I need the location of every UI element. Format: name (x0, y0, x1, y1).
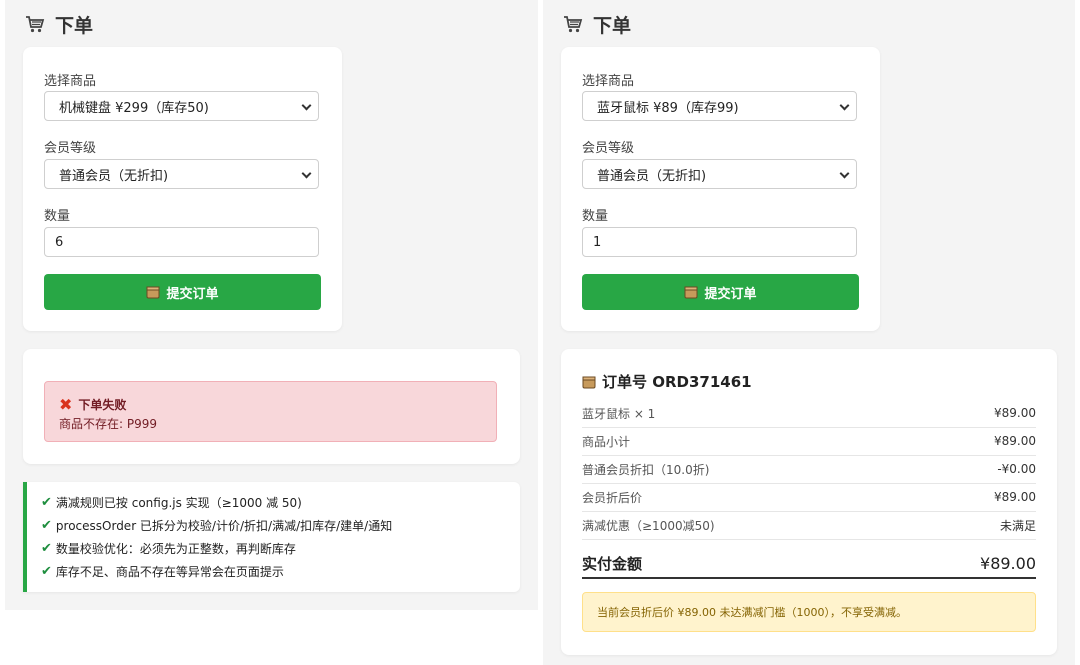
submit-order-label: 提交订单 (166, 286, 219, 302)
summary-row-value: 未满足 (999, 518, 1036, 533)
quantity-label: 数量 (582, 209, 609, 224)
total-label: 实付金额 (582, 554, 643, 573)
member-select[interactable]: 普通会员（无折扣) (44, 159, 319, 189)
quantity-input-value: 1 (593, 234, 602, 250)
quantity-input-value: 6 (55, 234, 64, 250)
summary-row-label: 普通会员折扣（10.0折) (582, 462, 710, 477)
quantity-label: 数量 (44, 209, 71, 224)
summary-row: 商品小计 ¥89.00 (582, 427, 1036, 456)
left-order-panel: 下单 选择商品 机械键盘 ¥299（库存50) 会员等级 普通会员（无折扣) 数… (5, 0, 538, 610)
package-icon (582, 376, 596, 388)
summary-row: 蓝牙鼠标 × 1 ¥89.00 (582, 399, 1036, 428)
list-item: ✔ 满减规则已按 config.js 实现（≥1000 减 50) (41, 494, 302, 511)
error-title-text: 下单失败 (78, 398, 127, 412)
list-item: ✔ 数量校验优化：必须先为正整数，再判断库存 (41, 540, 296, 557)
page-title: 下单 (25, 10, 93, 38)
cart-icon (26, 16, 45, 33)
check-icon: ✔ (41, 564, 52, 579)
total-row: 实付金额 ¥89.00 (582, 549, 1036, 579)
order-title-text: 订单号 ORD371461 (602, 373, 752, 391)
member-select[interactable]: 普通会员（无折扣) (582, 159, 857, 189)
product-select-value: 机械键盘 ¥299（库存50) (59, 100, 209, 116)
submit-order-button[interactable]: 提交订单 (582, 274, 859, 310)
order-form: 选择商品 蓝牙鼠标 ¥89（库存99) 会员等级 普通会员（无折扣) 数量 1 … (561, 47, 880, 331)
notes-card: ✔ 满减规则已按 config.js 实现（≥1000 减 50) ✔ proc… (23, 482, 520, 592)
product-label: 选择商品 (582, 74, 635, 89)
member-select-value: 普通会员（无折扣) (597, 168, 707, 184)
check-icon: ✔ (41, 541, 52, 556)
discount-notice: 当前会员折后价 ¥89.00 未达满减门槛（1000），不享受满减。 (582, 592, 1036, 632)
summary-row: 满减优惠（≥1000减50) 未满足 (582, 511, 1036, 540)
list-item: ✔ 库存不足、商品不存在等异常会在页面提示 (41, 563, 284, 580)
error-message: 商品不存在: P999 (59, 417, 157, 431)
order-title: 订单号 ORD371461 (582, 371, 752, 392)
error-alert: ✖ 下单失败 商品不存在: P999 (44, 381, 497, 442)
summary-row: 普通会员折扣（10.0折) -¥0.00 (582, 455, 1036, 484)
summary-row: 会员折后价 ¥89.00 (582, 483, 1036, 512)
note-text: processOrder 已拆分为校验/计价/折扣/满减/扣库存/建单/通知 (55, 519, 393, 533)
member-label: 会员等级 (44, 141, 97, 156)
product-select[interactable]: 机械键盘 ¥299（库存50) (44, 91, 319, 121)
member-label: 会员等级 (582, 141, 635, 156)
product-select[interactable]: 蓝牙鼠标 ¥89（库存99) (582, 91, 857, 121)
member-select-value: 普通会员（无折扣) (59, 168, 169, 184)
submit-order-label: 提交订单 (704, 286, 757, 302)
check-icon: ✔ (41, 495, 52, 510)
right-order-panel: 下单 选择商品 蓝牙鼠标 ¥89（库存99) 会员等级 普通会员（无折扣) 数量… (543, 0, 1075, 665)
total-value: ¥89.00 (980, 553, 1036, 573)
package-icon (684, 286, 698, 299)
order-form: 选择商品 机械键盘 ¥299（库存50) 会员等级 普通会员（无折扣) 数量 6… (23, 47, 342, 331)
check-icon: ✔ (41, 518, 52, 533)
note-text: 满减规则已按 config.js 实现（≥1000 减 50) (55, 496, 302, 510)
quantity-input[interactable]: 1 (582, 227, 857, 257)
page-title-text: 下单 (55, 14, 94, 37)
summary-row-label: 满减优惠（≥1000减50) (582, 518, 715, 533)
product-select-value: 蓝牙鼠标 ¥89（库存99) (597, 100, 739, 116)
package-icon (146, 286, 160, 299)
summary-row-value: ¥89.00 (994, 490, 1036, 504)
summary-row-label: 商品小计 (582, 434, 631, 449)
summary-row-label: 会员折后价 (582, 490, 643, 505)
error-title: ✖ 下单失败 (59, 396, 126, 413)
page-title-text: 下单 (593, 14, 632, 37)
submit-order-button[interactable]: 提交订单 (44, 274, 321, 310)
cart-icon (564, 16, 583, 33)
summary-row-label: 蓝牙鼠标 × 1 (582, 406, 656, 421)
order-summary: 订单号 ORD371461 蓝牙鼠标 × 1 ¥89.00 商品小计 ¥89.0… (561, 349, 1057, 655)
summary-row-value: -¥0.00 (997, 462, 1036, 476)
summary-row-value: ¥89.00 (994, 434, 1036, 448)
summary-row-value: ¥89.00 (994, 406, 1036, 420)
page-title: 下单 (563, 10, 631, 38)
order-result: ✖ 下单失败 商品不存在: P999 (23, 349, 520, 464)
x-mark-icon: ✖ (59, 394, 73, 414)
quantity-input[interactable]: 6 (44, 227, 319, 257)
list-item: ✔ processOrder 已拆分为校验/计价/折扣/满减/扣库存/建单/通知 (41, 517, 392, 534)
note-text: 数量校验优化：必须先为正整数，再判断库存 (55, 542, 296, 556)
note-text: 库存不足、商品不存在等异常会在页面提示 (55, 565, 284, 579)
product-label: 选择商品 (44, 74, 97, 89)
